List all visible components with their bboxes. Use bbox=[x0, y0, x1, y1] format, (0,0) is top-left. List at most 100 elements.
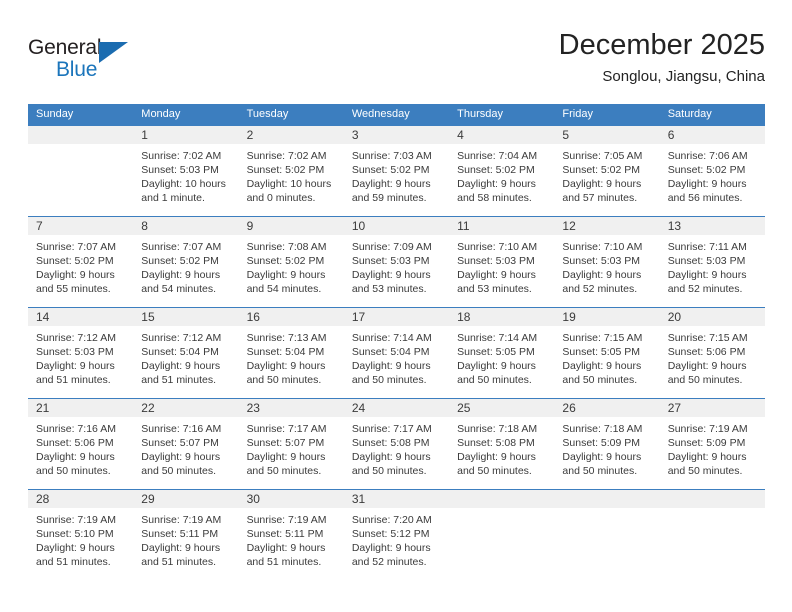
sunrise-text: Sunrise: 7:19 AM bbox=[141, 514, 222, 526]
day-number[interactable]: 19 bbox=[554, 308, 659, 326]
calendar-page: General Blue December 2025 Songlou, Jian… bbox=[0, 0, 792, 612]
day-number[interactable]: 18 bbox=[449, 308, 554, 326]
sunset-text: Sunset: 5:03 PM bbox=[562, 255, 641, 267]
daylight-text-line2: and 53 minutes. bbox=[457, 283, 532, 295]
weekday-header-friday: Friday bbox=[562, 108, 593, 120]
day-number[interactable]: 17 bbox=[344, 308, 449, 326]
day-number[interactable]: 13 bbox=[660, 217, 765, 235]
day-cell: Sunrise: 7:05 AM Sunset: 5:02 PM Dayligh… bbox=[554, 144, 659, 216]
sunrise-text: Sunrise: 7:18 AM bbox=[562, 423, 643, 435]
sunset-text: Sunset: 5:05 PM bbox=[562, 346, 641, 358]
day-number[interactable] bbox=[28, 126, 133, 144]
daylight-text-line2: and 50 minutes. bbox=[457, 374, 532, 386]
day-number[interactable]: 1 bbox=[133, 126, 238, 144]
day-number[interactable]: 23 bbox=[239, 399, 344, 417]
day-number[interactable]: 5 bbox=[554, 126, 659, 144]
sunset-text: Sunset: 5:02 PM bbox=[246, 255, 325, 267]
sunset-text: Sunset: 5:02 PM bbox=[141, 255, 219, 267]
week-detail-row: Sunrise: 7:07 AM Sunset: 5:02 PM Dayligh… bbox=[28, 235, 765, 307]
calendar-week-row: 14 15 16 17 18 19 20 Sunrise: 7:12 AM Su… bbox=[28, 307, 765, 398]
sunset-text: Sunset: 5:02 PM bbox=[562, 164, 641, 176]
day-number[interactable] bbox=[660, 490, 765, 508]
weekday-header-thursday: Thursday bbox=[457, 108, 503, 120]
day-number[interactable]: 30 bbox=[239, 490, 344, 508]
day-number[interactable]: 26 bbox=[554, 399, 659, 417]
sunrise-text: Sunrise: 7:05 AM bbox=[562, 150, 643, 162]
sunset-text: Sunset: 5:04 PM bbox=[246, 346, 325, 358]
day-cell: Sunrise: 7:11 AM Sunset: 5:03 PM Dayligh… bbox=[660, 235, 765, 307]
day-number[interactable] bbox=[449, 490, 554, 508]
calendar-week-row: 21 22 23 24 25 26 27 Sunrise: 7:16 AM Su… bbox=[28, 398, 765, 489]
page-subtitle: Songlou, Jiangsu, China bbox=[602, 68, 765, 85]
day-number[interactable]: 31 bbox=[344, 490, 449, 508]
sunset-text: Sunset: 5:03 PM bbox=[457, 255, 535, 267]
daylight-text-line1: Daylight: 9 hours bbox=[667, 451, 747, 463]
daylight-text-line2: and 52 minutes. bbox=[562, 283, 638, 295]
week-detail-row: Sunrise: 7:19 AM Sunset: 5:10 PM Dayligh… bbox=[28, 508, 765, 580]
daylight-text-line1: Daylight: 9 hours bbox=[36, 451, 115, 463]
weekday-header-wednesday: Wednesday bbox=[351, 108, 410, 120]
day-number[interactable]: 14 bbox=[28, 308, 133, 326]
day-number[interactable]: 12 bbox=[554, 217, 659, 235]
sunset-text: Sunset: 5:12 PM bbox=[351, 528, 430, 540]
calendar-week-row: 28 29 30 31 Sunrise: 7:19 AM Sunset: 5:1… bbox=[28, 489, 765, 580]
day-cell: Sunrise: 7:18 AM Sunset: 5:08 PM Dayligh… bbox=[449, 417, 554, 489]
daylight-text-line2: and 0 minutes. bbox=[246, 192, 316, 204]
page-title: December 2025 bbox=[558, 29, 765, 61]
day-number[interactable]: 24 bbox=[344, 399, 449, 417]
day-cell bbox=[554, 508, 659, 580]
day-number[interactable]: 3 bbox=[344, 126, 449, 144]
day-number[interactable]: 10 bbox=[344, 217, 449, 235]
daylight-text-line2: and 51 minutes. bbox=[141, 374, 216, 386]
sunrise-text: Sunrise: 7:20 AM bbox=[351, 514, 432, 526]
day-number[interactable]: 16 bbox=[239, 308, 344, 326]
day-cell: Sunrise: 7:12 AM Sunset: 5:04 PM Dayligh… bbox=[133, 326, 238, 398]
day-number[interactable]: 2 bbox=[239, 126, 344, 144]
day-number[interactable]: 25 bbox=[449, 399, 554, 417]
sunset-text: Sunset: 5:02 PM bbox=[667, 164, 746, 176]
day-number[interactable]: 8 bbox=[133, 217, 238, 235]
day-number[interactable]: 15 bbox=[133, 308, 238, 326]
day-number[interactable]: 7 bbox=[28, 217, 133, 235]
day-cell: Sunrise: 7:04 AM Sunset: 5:02 PM Dayligh… bbox=[449, 144, 554, 216]
daylight-text-line2: and 58 minutes. bbox=[457, 192, 532, 204]
sunrise-text: Sunrise: 7:17 AM bbox=[351, 423, 432, 435]
sunset-text: Sunset: 5:08 PM bbox=[351, 437, 430, 449]
daylight-text-line1: Daylight: 9 hours bbox=[562, 360, 642, 372]
day-number[interactable]: 4 bbox=[449, 126, 554, 144]
sunrise-text: Sunrise: 7:10 AM bbox=[457, 241, 538, 253]
daylight-text-line2: and 51 minutes. bbox=[36, 374, 111, 386]
day-cell: Sunrise: 7:07 AM Sunset: 5:02 PM Dayligh… bbox=[28, 235, 133, 307]
day-number[interactable]: 6 bbox=[660, 126, 765, 144]
daylight-text-line2: and 50 minutes. bbox=[667, 465, 743, 477]
day-number[interactable]: 11 bbox=[449, 217, 554, 235]
day-cell: Sunrise: 7:13 AM Sunset: 5:04 PM Dayligh… bbox=[239, 326, 344, 398]
day-number[interactable]: 28 bbox=[28, 490, 133, 508]
day-cell: Sunrise: 7:03 AM Sunset: 5:02 PM Dayligh… bbox=[344, 144, 449, 216]
day-number[interactable]: 21 bbox=[28, 399, 133, 417]
daylight-text-line1: Daylight: 9 hours bbox=[246, 451, 326, 463]
sunrise-text: Sunrise: 7:14 AM bbox=[351, 332, 432, 344]
sunrise-text: Sunrise: 7:15 AM bbox=[562, 332, 643, 344]
general-blue-logo[interactable]: General Blue bbox=[28, 30, 148, 86]
weekday-header-sunday: Sunday bbox=[36, 108, 74, 120]
sunrise-text: Sunrise: 7:13 AM bbox=[246, 332, 327, 344]
day-number[interactable]: 27 bbox=[660, 399, 765, 417]
daylight-text-line1: Daylight: 9 hours bbox=[562, 178, 642, 190]
sunrise-text: Sunrise: 7:19 AM bbox=[36, 514, 116, 526]
sunset-text: Sunset: 5:05 PM bbox=[457, 346, 535, 358]
day-number[interactable]: 9 bbox=[239, 217, 344, 235]
week-detail-row: Sunrise: 7:12 AM Sunset: 5:03 PM Dayligh… bbox=[28, 326, 765, 398]
day-number[interactable] bbox=[554, 490, 659, 508]
day-cell bbox=[449, 508, 554, 580]
day-cell: Sunrise: 7:17 AM Sunset: 5:08 PM Dayligh… bbox=[344, 417, 449, 489]
sunset-text: Sunset: 5:09 PM bbox=[562, 437, 641, 449]
day-cell: Sunrise: 7:02 AM Sunset: 5:02 PM Dayligh… bbox=[239, 144, 344, 216]
day-number[interactable]: 29 bbox=[133, 490, 238, 508]
daylight-text-line2: and 54 minutes. bbox=[141, 283, 216, 295]
daylight-text-line1: Daylight: 9 hours bbox=[246, 542, 326, 554]
daylight-text-line1: Daylight: 9 hours bbox=[351, 269, 431, 281]
sunset-text: Sunset: 5:03 PM bbox=[351, 255, 430, 267]
day-number[interactable]: 20 bbox=[660, 308, 765, 326]
day-number[interactable]: 22 bbox=[133, 399, 238, 417]
